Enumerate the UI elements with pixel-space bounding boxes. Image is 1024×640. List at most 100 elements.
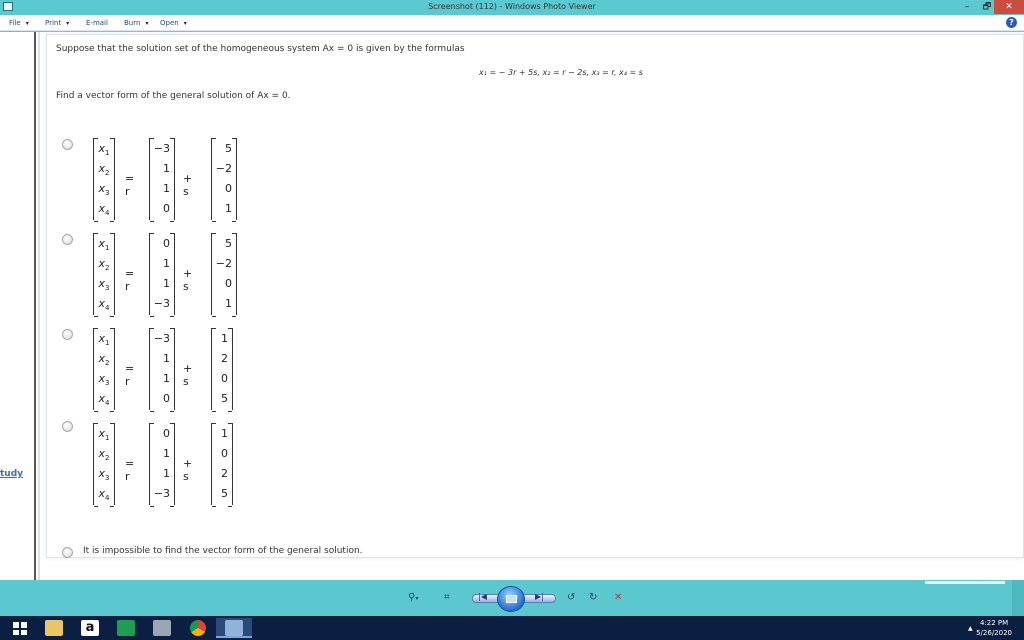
variable-entry: x2	[94, 444, 114, 464]
variable-subscript: 2	[105, 454, 110, 463]
rotate-clockwise-icon[interactable]: ↻	[589, 592, 597, 603]
option-4-radio[interactable]	[62, 421, 73, 432]
matrix-entry: −3	[153, 487, 170, 500]
slideshow-button[interactable]	[497, 586, 525, 612]
photo-viewer-button[interactable]	[216, 618, 252, 638]
chrome-button[interactable]	[180, 618, 216, 638]
question-card: Suppose that the solution set of the hom…	[46, 34, 1024, 558]
variable-subscript: 3	[105, 379, 110, 388]
file-explorer-button[interactable]	[36, 618, 72, 638]
matrix-entry: −2	[215, 162, 232, 175]
plus-s-symbol: + s	[183, 267, 193, 293]
matrix-entry: −3	[153, 297, 170, 310]
equals-r-symbol: = r	[125, 172, 135, 198]
s-coefficient-vector: 5 −2 0 1	[211, 233, 237, 317]
amazon-icon: a	[81, 620, 99, 636]
close-button[interactable]: ✕	[994, 0, 1024, 14]
option-3-radio[interactable]	[62, 329, 73, 340]
store-button[interactable]	[108, 618, 144, 638]
matrix-entry: 1	[163, 467, 170, 480]
delete-icon[interactable]: ✕	[614, 592, 622, 603]
chevron-down-icon: ▾	[66, 20, 70, 27]
matrix-entry: 1	[225, 202, 232, 215]
variable-subscript: 4	[105, 304, 110, 313]
matrix-entry: −2	[215, 257, 232, 270]
zoom-icon[interactable]: ⚲▾	[408, 592, 418, 603]
menu-open[interactable]: Open ▾	[160, 19, 187, 27]
variable-subscript: 3	[105, 474, 110, 483]
variable-subscript: 4	[105, 209, 110, 218]
minimize-button[interactable]: –	[958, 0, 976, 14]
variable-entry: x1	[94, 234, 114, 254]
equals-r-symbol: = r	[125, 457, 135, 483]
matrix-entry: 1	[221, 427, 228, 440]
variable-subscript: 1	[105, 244, 110, 253]
plus-s-symbol: + s	[183, 172, 193, 198]
option-2-radio[interactable]	[62, 234, 73, 245]
variable-vector: x1 x2 x3 x4	[93, 233, 115, 317]
start-button[interactable]	[2, 618, 38, 638]
variable-entry: x3	[94, 464, 114, 484]
matrix-entry: −3	[153, 332, 170, 345]
menu-file-label: File	[9, 19, 21, 27]
chrome-icon	[190, 620, 206, 636]
app-button[interactable]	[144, 618, 180, 638]
variable-subscript: 4	[105, 494, 110, 503]
variable-entry: x4	[94, 484, 114, 504]
app-icon	[153, 620, 171, 636]
menu-print-label: Print	[45, 19, 62, 27]
variable-subscript: 4	[105, 399, 110, 408]
matrix-entry: 1	[163, 257, 170, 270]
matrix-entry: 1	[163, 277, 170, 290]
folder-icon	[45, 620, 63, 636]
matrix-entry: 5	[221, 392, 228, 405]
windows-logo-divider	[13, 628, 27, 630]
rotate-counterclockwise-icon[interactable]: ↺	[567, 592, 575, 603]
matrix-entry: 0	[163, 237, 170, 250]
s-coefficient-vector: 1 2 0 5	[211, 328, 233, 412]
variable-entry: x1	[94, 329, 114, 349]
option-5-radio[interactable]	[62, 547, 73, 558]
variable-vector: x1 x2 x3 x4	[93, 138, 115, 222]
help-icon[interactable]: ?	[1006, 17, 1017, 28]
variable-subscript: 1	[105, 339, 110, 348]
matrix-entry: 0	[221, 372, 228, 385]
matrix-entry: 5	[221, 487, 228, 500]
problem-statement: Suppose that the solution set of the hom…	[56, 44, 465, 54]
scroll-right-arrow[interactable]	[1012, 580, 1024, 616]
actual-size-icon[interactable]: ⌗	[444, 592, 450, 603]
option-5-text: It is impossible to find the vector form…	[83, 546, 363, 556]
variable-vector: x1 x2 x3 x4	[93, 423, 115, 507]
matrix-entry: 2	[221, 352, 228, 365]
menu-email[interactable]: E-mail	[86, 19, 108, 27]
amazon-button[interactable]: a	[72, 618, 108, 638]
matrix-entry: 1	[163, 352, 170, 365]
r-coefficient-vector: −3 1 1 0	[149, 138, 175, 222]
solution-formulas: x₁ = − 3r + 5s, x₂ = r − 2s, x₃ = r, x₄ …	[479, 68, 643, 77]
image-viewer: tudy Suppose that the solution set of th…	[0, 32, 1024, 580]
tray-arrow-icon[interactable]: ▲	[968, 625, 973, 632]
option-1-radio[interactable]	[62, 139, 73, 150]
previous-icon[interactable]: |◀	[478, 592, 487, 601]
matrix-entry: 1	[163, 182, 170, 195]
variable-subscript: 2	[105, 264, 110, 273]
taskbar: a ▲ 4:22 PM 5/26/2020	[0, 616, 1024, 640]
variable-subscript: 2	[105, 359, 110, 368]
menu-burn[interactable]: Burn ▾	[124, 19, 148, 27]
plus-s-symbol: + s	[183, 457, 193, 483]
equals-r-symbol: = r	[125, 267, 135, 293]
variable-subscript: 2	[105, 169, 110, 178]
r-coefficient-vector: 0 1 1 −3	[149, 423, 175, 507]
clock[interactable]: 4:22 PM 5/26/2020	[976, 618, 1012, 638]
horizontal-scrollbar[interactable]	[925, 581, 1005, 584]
chevron-down-icon: ▾	[25, 20, 29, 27]
menu-file[interactable]: File ▾	[9, 19, 29, 27]
matrix-entry: 0	[163, 202, 170, 215]
s-coefficient-vector: 5 −2 0 1	[211, 138, 237, 222]
clock-time: 4:22 PM	[979, 619, 1009, 627]
next-icon[interactable]: ▶|	[535, 592, 544, 601]
menu-print[interactable]: Print ▾	[45, 19, 69, 27]
menu-burn-label: Burn	[124, 19, 141, 27]
matrix-entry: 1	[163, 372, 170, 385]
r-coefficient-vector: 0 1 1 −3	[149, 233, 175, 317]
